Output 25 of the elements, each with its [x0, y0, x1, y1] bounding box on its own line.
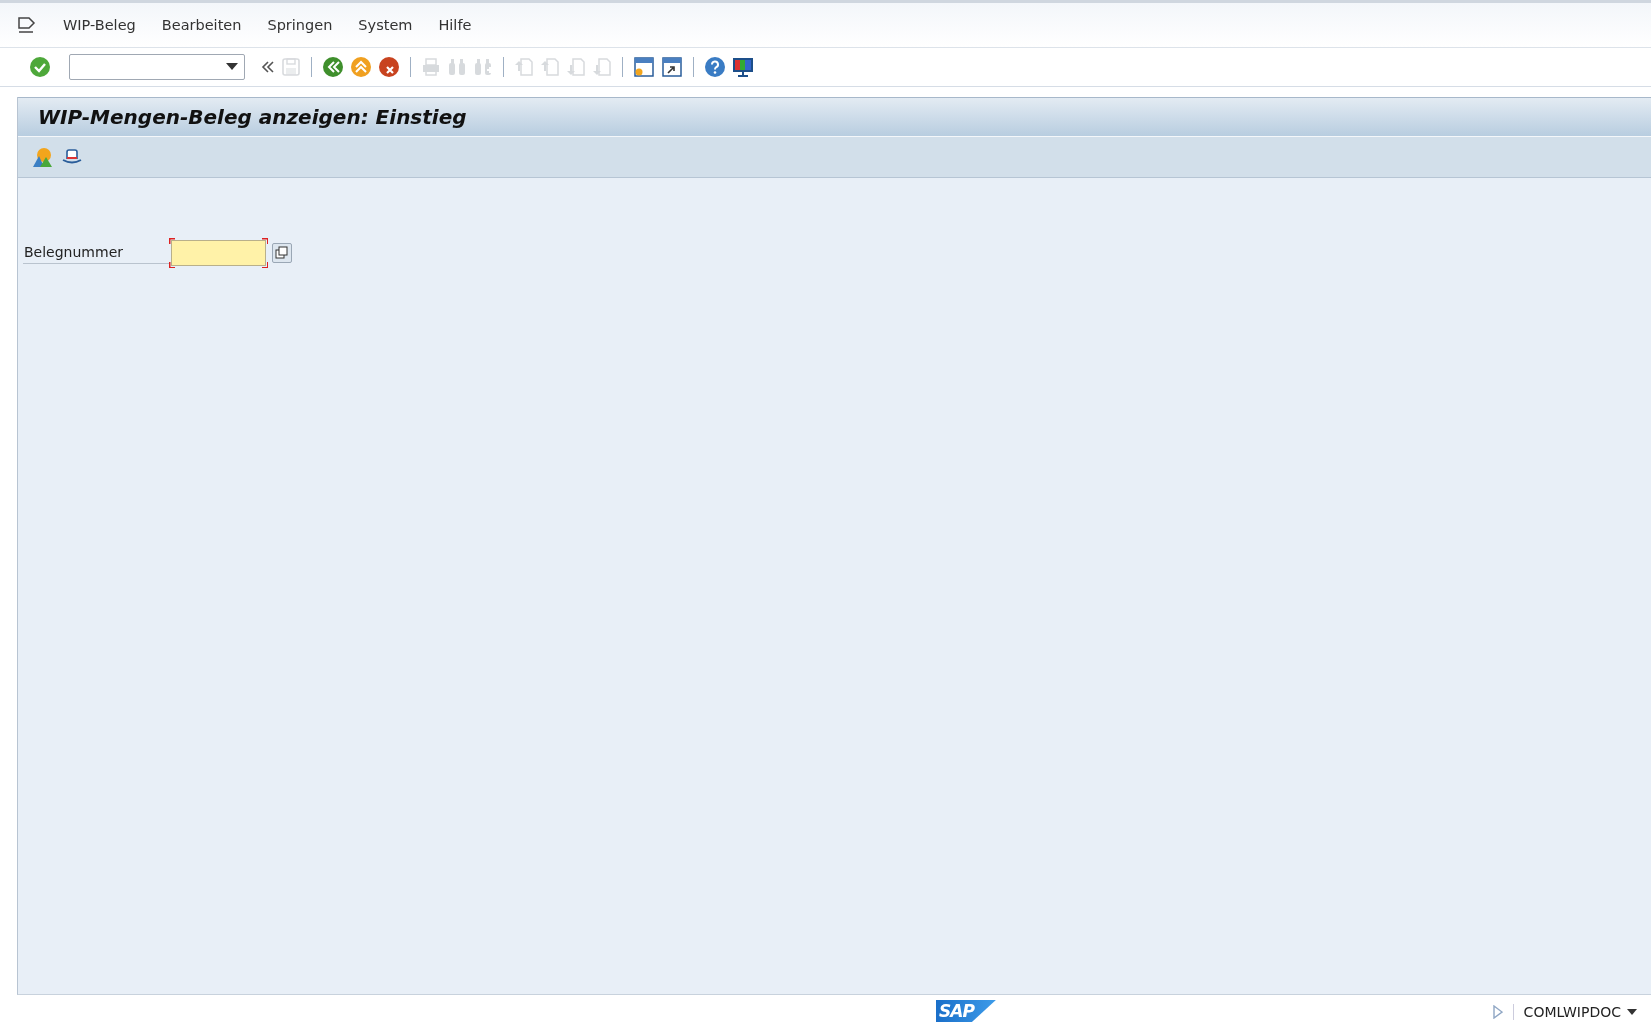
command-field[interactable] [69, 54, 245, 80]
monitor-icon[interactable] [732, 56, 754, 78]
transaction-code[interactable]: COMLWIPDOC [1512, 1004, 1637, 1020]
help-icon[interactable] [704, 56, 726, 78]
menu-item[interactable]: System [358, 17, 413, 33]
cancel-icon[interactable] [378, 56, 400, 78]
back-icon[interactable] [322, 56, 344, 78]
menu-item[interactable]: Bearbeiten [161, 17, 242, 33]
new-window-icon[interactable] [633, 56, 655, 78]
screen-title: WIP-Mengen-Beleg anzeigen: Einstieg [18, 97, 1651, 136]
menu-item[interactable]: Hilfe [438, 17, 472, 33]
double-chevron-icon[interactable] [261, 60, 275, 74]
value-help-icon[interactable] [272, 243, 292, 263]
expand-triangle-icon[interactable] [1492, 1005, 1503, 1019]
shortcut-window-icon[interactable] [661, 56, 683, 78]
mountain-sun-icon[interactable] [32, 146, 54, 168]
dropdown-caret-icon[interactable] [226, 63, 238, 71]
enter-check-icon[interactable] [29, 56, 51, 78]
logo: SAP [936, 1000, 996, 1022]
exit-icon[interactable] [350, 56, 372, 78]
caret-icon[interactable] [1627, 1008, 1637, 1016]
menu-item[interactable]: Springen [267, 17, 333, 33]
menu-item[interactable]: WIP-Beleg [63, 17, 136, 33]
input-field[interactable] [169, 238, 268, 268]
menu-icon[interactable] [17, 16, 37, 34]
